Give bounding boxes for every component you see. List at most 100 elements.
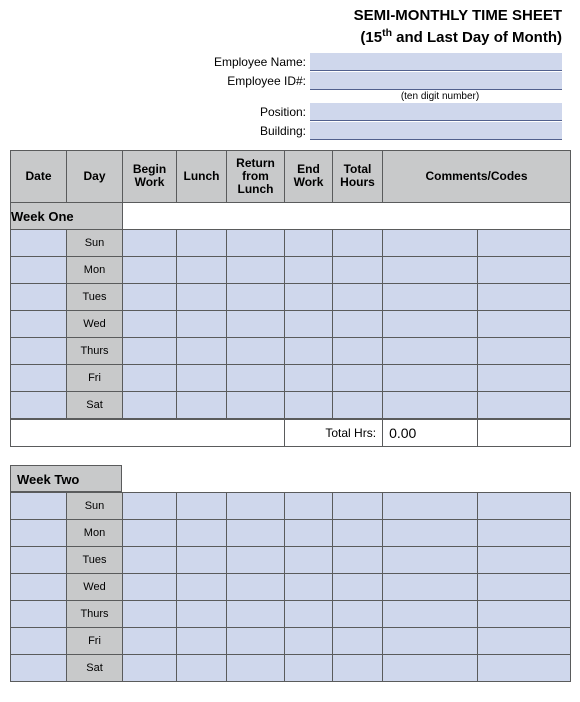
cell-comments2[interactable] [478, 574, 571, 601]
cell-end[interactable] [285, 574, 333, 601]
cell-begin[interactable] [123, 284, 177, 311]
cell-total[interactable] [333, 257, 383, 284]
cell-comments1[interactable] [383, 628, 478, 655]
cell-begin[interactable] [123, 493, 177, 520]
cell-end[interactable] [285, 493, 333, 520]
cell-begin[interactable] [123, 392, 177, 419]
cell-lunch[interactable] [177, 311, 227, 338]
cell-comments2[interactable] [478, 601, 571, 628]
cell-comments1[interactable] [383, 284, 478, 311]
cell-return[interactable] [227, 338, 285, 365]
cell-date[interactable] [11, 601, 67, 628]
cell-end[interactable] [285, 601, 333, 628]
cell-comments2[interactable] [478, 311, 571, 338]
cell-comments1[interactable] [383, 338, 478, 365]
cell-return[interactable] [227, 257, 285, 284]
cell-date[interactable] [11, 493, 67, 520]
cell-comments2[interactable] [478, 493, 571, 520]
employee-name-field[interactable] [310, 53, 562, 71]
cell-lunch[interactable] [177, 284, 227, 311]
cell-lunch[interactable] [177, 520, 227, 547]
cell-lunch[interactable] [177, 392, 227, 419]
cell-end[interactable] [285, 257, 333, 284]
cell-lunch[interactable] [177, 365, 227, 392]
cell-comments1[interactable] [383, 547, 478, 574]
cell-total[interactable] [333, 655, 383, 682]
cell-date[interactable] [11, 574, 67, 601]
cell-end[interactable] [285, 230, 333, 257]
cell-return[interactable] [227, 628, 285, 655]
employee-id-field[interactable] [310, 72, 562, 90]
cell-end[interactable] [285, 311, 333, 338]
cell-total[interactable] [333, 284, 383, 311]
cell-comments2[interactable] [478, 628, 571, 655]
cell-total[interactable] [333, 338, 383, 365]
cell-return[interactable] [227, 601, 285, 628]
cell-return[interactable] [227, 392, 285, 419]
cell-total[interactable] [333, 230, 383, 257]
cell-comments2[interactable] [478, 520, 571, 547]
cell-return[interactable] [227, 655, 285, 682]
cell-date[interactable] [11, 520, 67, 547]
cell-begin[interactable] [123, 311, 177, 338]
cell-lunch[interactable] [177, 655, 227, 682]
cell-comments2[interactable] [478, 655, 571, 682]
cell-end[interactable] [285, 284, 333, 311]
cell-lunch[interactable] [177, 547, 227, 574]
cell-lunch[interactable] [177, 338, 227, 365]
cell-total[interactable] [333, 574, 383, 601]
cell-begin[interactable] [123, 257, 177, 284]
cell-comments1[interactable] [383, 365, 478, 392]
cell-comments1[interactable] [383, 574, 478, 601]
cell-begin[interactable] [123, 520, 177, 547]
cell-comments2[interactable] [478, 392, 571, 419]
cell-begin[interactable] [123, 628, 177, 655]
cell-comments1[interactable] [383, 311, 478, 338]
cell-comments2[interactable] [478, 257, 571, 284]
cell-date[interactable] [11, 628, 67, 655]
cell-date[interactable] [11, 655, 67, 682]
cell-date[interactable] [11, 547, 67, 574]
cell-return[interactable] [227, 520, 285, 547]
cell-begin[interactable] [123, 338, 177, 365]
cell-date[interactable] [11, 392, 67, 419]
cell-end[interactable] [285, 547, 333, 574]
cell-comments2[interactable] [478, 365, 571, 392]
cell-comments2[interactable] [478, 547, 571, 574]
cell-lunch[interactable] [177, 257, 227, 284]
cell-total[interactable] [333, 601, 383, 628]
cell-comments1[interactable] [383, 230, 478, 257]
cell-return[interactable] [227, 493, 285, 520]
cell-total[interactable] [333, 365, 383, 392]
cell-end[interactable] [285, 520, 333, 547]
cell-return[interactable] [227, 365, 285, 392]
cell-end[interactable] [285, 392, 333, 419]
cell-total[interactable] [333, 392, 383, 419]
cell-lunch[interactable] [177, 601, 227, 628]
cell-comments1[interactable] [383, 520, 478, 547]
cell-lunch[interactable] [177, 628, 227, 655]
cell-begin[interactable] [123, 365, 177, 392]
cell-end[interactable] [285, 338, 333, 365]
cell-end[interactable] [285, 365, 333, 392]
position-field[interactable] [310, 103, 562, 121]
cell-lunch[interactable] [177, 230, 227, 257]
cell-return[interactable] [227, 574, 285, 601]
cell-comments1[interactable] [383, 601, 478, 628]
cell-begin[interactable] [123, 230, 177, 257]
cell-comments2[interactable] [478, 230, 571, 257]
cell-comments2[interactable] [478, 284, 571, 311]
cell-lunch[interactable] [177, 574, 227, 601]
cell-comments1[interactable] [383, 655, 478, 682]
cell-return[interactable] [227, 311, 285, 338]
cell-date[interactable] [11, 230, 67, 257]
cell-date[interactable] [11, 257, 67, 284]
cell-total[interactable] [333, 311, 383, 338]
building-field[interactable] [310, 122, 562, 140]
cell-return[interactable] [227, 547, 285, 574]
cell-end[interactable] [285, 655, 333, 682]
cell-return[interactable] [227, 284, 285, 311]
cell-total[interactable] [333, 493, 383, 520]
cell-begin[interactable] [123, 601, 177, 628]
cell-begin[interactable] [123, 547, 177, 574]
